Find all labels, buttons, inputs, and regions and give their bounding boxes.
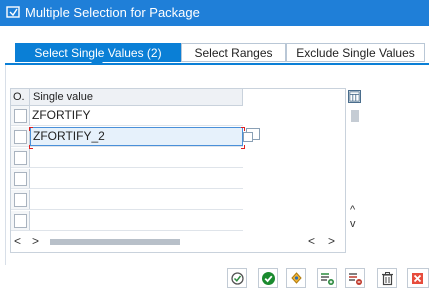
- table-row-active: ZFORTIFY_2: [11, 127, 243, 147]
- column-header-single-value[interactable]: Single value: [30, 89, 243, 106]
- confirm-button[interactable]: [258, 268, 278, 288]
- insert-line-button[interactable]: [317, 268, 337, 288]
- execute-icon: [231, 272, 244, 285]
- row-selector[interactable]: [11, 148, 30, 167]
- scroll-down-arrow[interactable]: v: [350, 218, 356, 230]
- single-value-cell[interactable]: [30, 190, 245, 209]
- delete-line-button[interactable]: [345, 268, 365, 288]
- multiple-selection-button[interactable]: [286, 268, 306, 288]
- close-button[interactable]: [407, 268, 429, 288]
- single-value-cell[interactable]: [30, 169, 245, 188]
- table-row: ZFORTIFY: [11, 106, 243, 126]
- scroll-up-arrow[interactable]: ^: [350, 204, 355, 216]
- delete-line-icon: [349, 273, 362, 285]
- delete-all-button[interactable]: [377, 268, 397, 288]
- single-values-table: O. Single value ZFORTIFY ZFORTIFY_2: [10, 88, 346, 253]
- insert-line-icon: [321, 273, 334, 285]
- row-selector[interactable]: [11, 190, 30, 209]
- scroll-right-arrow[interactable]: >: [32, 234, 39, 248]
- table-settings-icon[interactable]: [348, 90, 361, 103]
- title-bar: Multiple Selection for Package: [0, 0, 429, 26]
- row-selector[interactable]: [11, 106, 30, 125]
- single-value-cell[interactable]: [30, 148, 245, 167]
- scroll-right-arrow-2[interactable]: >: [328, 234, 335, 248]
- single-value-cell[interactable]: ZFORTIFY: [30, 106, 245, 125]
- table-row: [11, 169, 243, 189]
- single-value-cell[interactable]: [30, 211, 245, 230]
- scroll-left-arrow-2[interactable]: <: [308, 234, 315, 248]
- row-selector[interactable]: [11, 169, 30, 188]
- window-icon: [6, 6, 20, 18]
- horizontal-scrollbar[interactable]: < > < >: [10, 234, 344, 250]
- table-row: [11, 190, 243, 210]
- tab-exclude-single-values[interactable]: Exclude Single Values: [286, 43, 425, 62]
- horizontal-scroll-thumb[interactable]: [50, 239, 180, 245]
- scroll-left-arrow[interactable]: <: [14, 234, 21, 248]
- vertical-scrollbar[interactable]: ^ v: [347, 88, 363, 251]
- focus-corner-mark: [29, 127, 33, 131]
- confirm-icon: [262, 272, 275, 285]
- single-value-cell[interactable]: ZFORTIFY_2: [30, 127, 243, 146]
- vertical-scroll-thumb[interactable]: [351, 110, 359, 122]
- multiple-selection-icon: [291, 272, 302, 284]
- trash-icon: [382, 272, 393, 286]
- focus-corner-mark: [29, 145, 33, 149]
- row-selector[interactable]: [11, 127, 30, 146]
- focus-corner-mark: [241, 127, 245, 131]
- tab-select-ranges[interactable]: Select Ranges: [181, 43, 286, 62]
- window-title: Multiple Selection for Package: [25, 5, 200, 20]
- focus-corner-mark: [241, 145, 245, 149]
- table-row: [11, 148, 243, 168]
- column-header-option[interactable]: O.: [11, 89, 30, 106]
- execute-button[interactable]: [227, 268, 247, 288]
- row-selector[interactable]: [11, 211, 30, 230]
- value-help-button[interactable]: [243, 128, 260, 142]
- table-row: [11, 211, 243, 231]
- close-icon: [412, 273, 423, 284]
- tab-select-single-values[interactable]: Select Single Values (2): [15, 43, 181, 62]
